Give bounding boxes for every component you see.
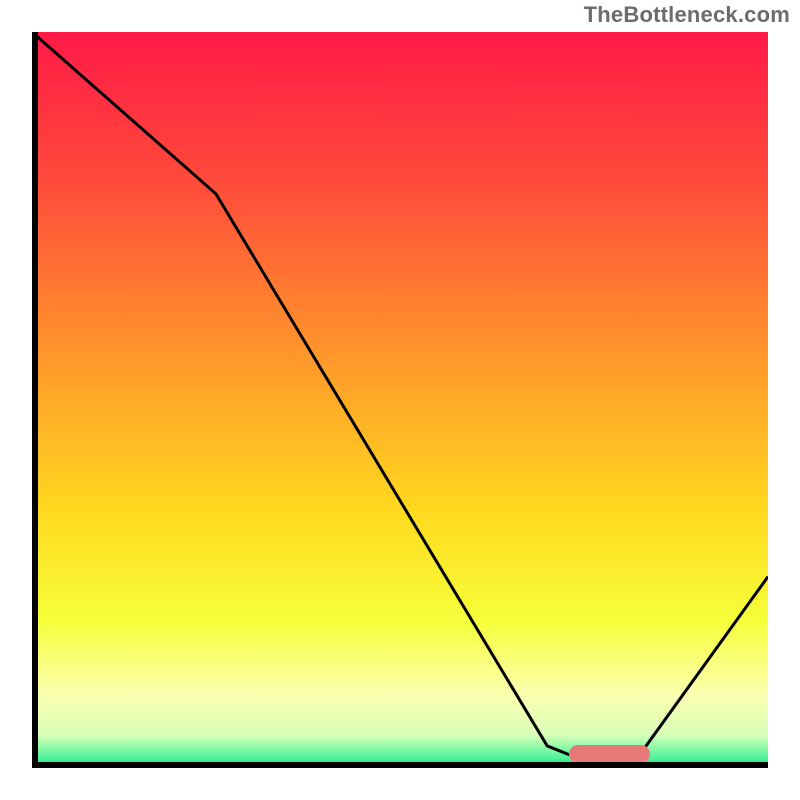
plot-area xyxy=(32,32,768,768)
optimal-range-marker xyxy=(569,745,650,763)
bottleneck-curve xyxy=(32,32,768,768)
bottleneck-chart: TheBottleneck.com xyxy=(0,0,800,800)
attribution-label: TheBottleneck.com xyxy=(584,2,790,28)
